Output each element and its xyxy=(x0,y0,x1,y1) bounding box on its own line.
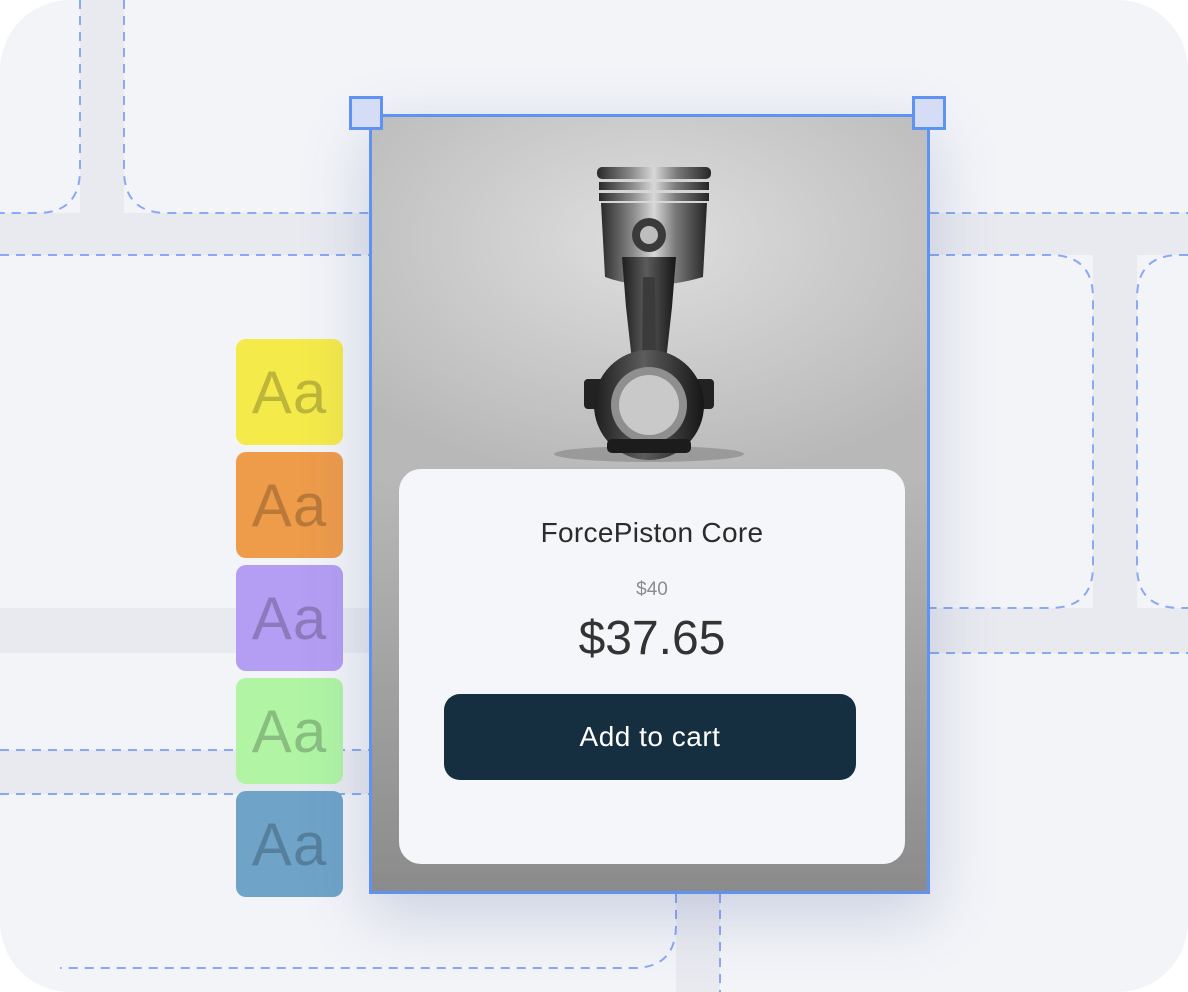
typography-swatch-orange[interactable]: Aa xyxy=(236,452,343,558)
add-to-cart-button[interactable]: Add to cart xyxy=(444,694,856,780)
original-price: $40 xyxy=(636,579,668,600)
selected-product-card[interactable]: ForcePiston Core $40 $37.65 Add to cart xyxy=(369,114,930,894)
resize-handle-top-left[interactable] xyxy=(349,96,383,130)
product-info-panel: ForcePiston Core $40 $37.65 Add to cart xyxy=(399,469,905,864)
typography-swatch-blue[interactable]: Aa xyxy=(236,791,343,897)
piston-image xyxy=(372,117,927,467)
product-title: ForcePiston Core xyxy=(540,517,764,548)
typography-swatch-list: Aa Aa Aa Aa Aa xyxy=(236,339,343,904)
design-canvas: Aa Aa Aa Aa Aa ForcePiston Core $40 $37.… xyxy=(0,0,1188,992)
sale-price: $37.65 xyxy=(578,612,726,665)
resize-handle-top-right[interactable] xyxy=(912,96,946,130)
typography-swatch-purple[interactable]: Aa xyxy=(236,565,343,671)
typography-swatch-yellow[interactable]: Aa xyxy=(236,339,343,445)
typography-swatch-green[interactable]: Aa xyxy=(236,678,343,784)
